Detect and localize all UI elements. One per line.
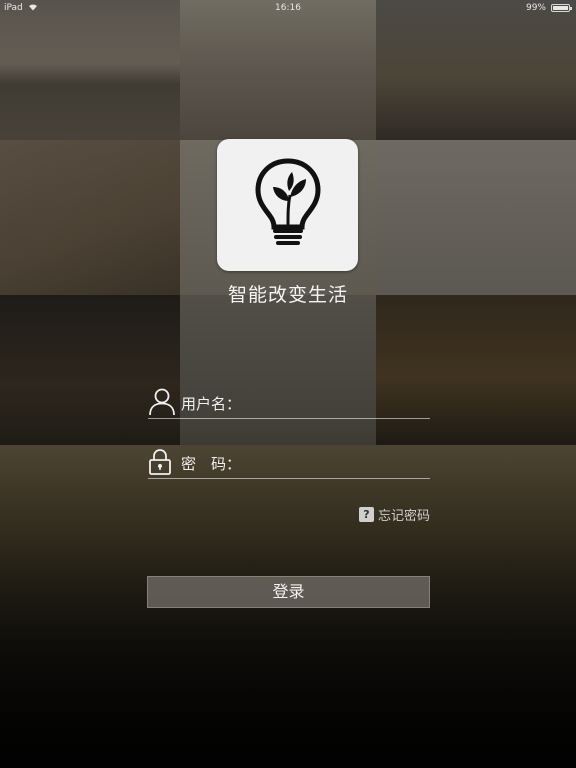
- password-field[interactable]: 密 码：: [148, 449, 430, 479]
- question-icon: ?: [358, 507, 374, 522]
- username-underline: [148, 418, 430, 419]
- battery-level-fill: [553, 6, 568, 10]
- lightbulb-sprout-icon: [255, 158, 321, 245]
- app-logo: [217, 139, 358, 271]
- lock-icon: [149, 449, 171, 475]
- password-underline: [148, 478, 430, 479]
- user-icon: [149, 388, 175, 416]
- login-button[interactable]: 登录: [147, 576, 430, 608]
- status-bar: iPad 16:16 99%: [0, 0, 576, 16]
- password-input[interactable]: [248, 454, 428, 476]
- battery-icon: [551, 4, 572, 12]
- forgot-password-label: 忘记密码: [377, 509, 430, 524]
- status-time: 16:16: [275, 3, 301, 13]
- username-input[interactable]: [248, 394, 428, 416]
- battery-percentage: 99%: [525, 3, 546, 13]
- forgot-password-link[interactable]: ? 忘记密码: [358, 505, 430, 524]
- username-label: 用户名：: [181, 395, 242, 413]
- slogan: 智能改变生活: [227, 284, 348, 306]
- background-overlay: [0, 0, 576, 768]
- username-field[interactable]: 用户名：: [148, 388, 430, 419]
- password-label: 密 码：: [181, 455, 242, 473]
